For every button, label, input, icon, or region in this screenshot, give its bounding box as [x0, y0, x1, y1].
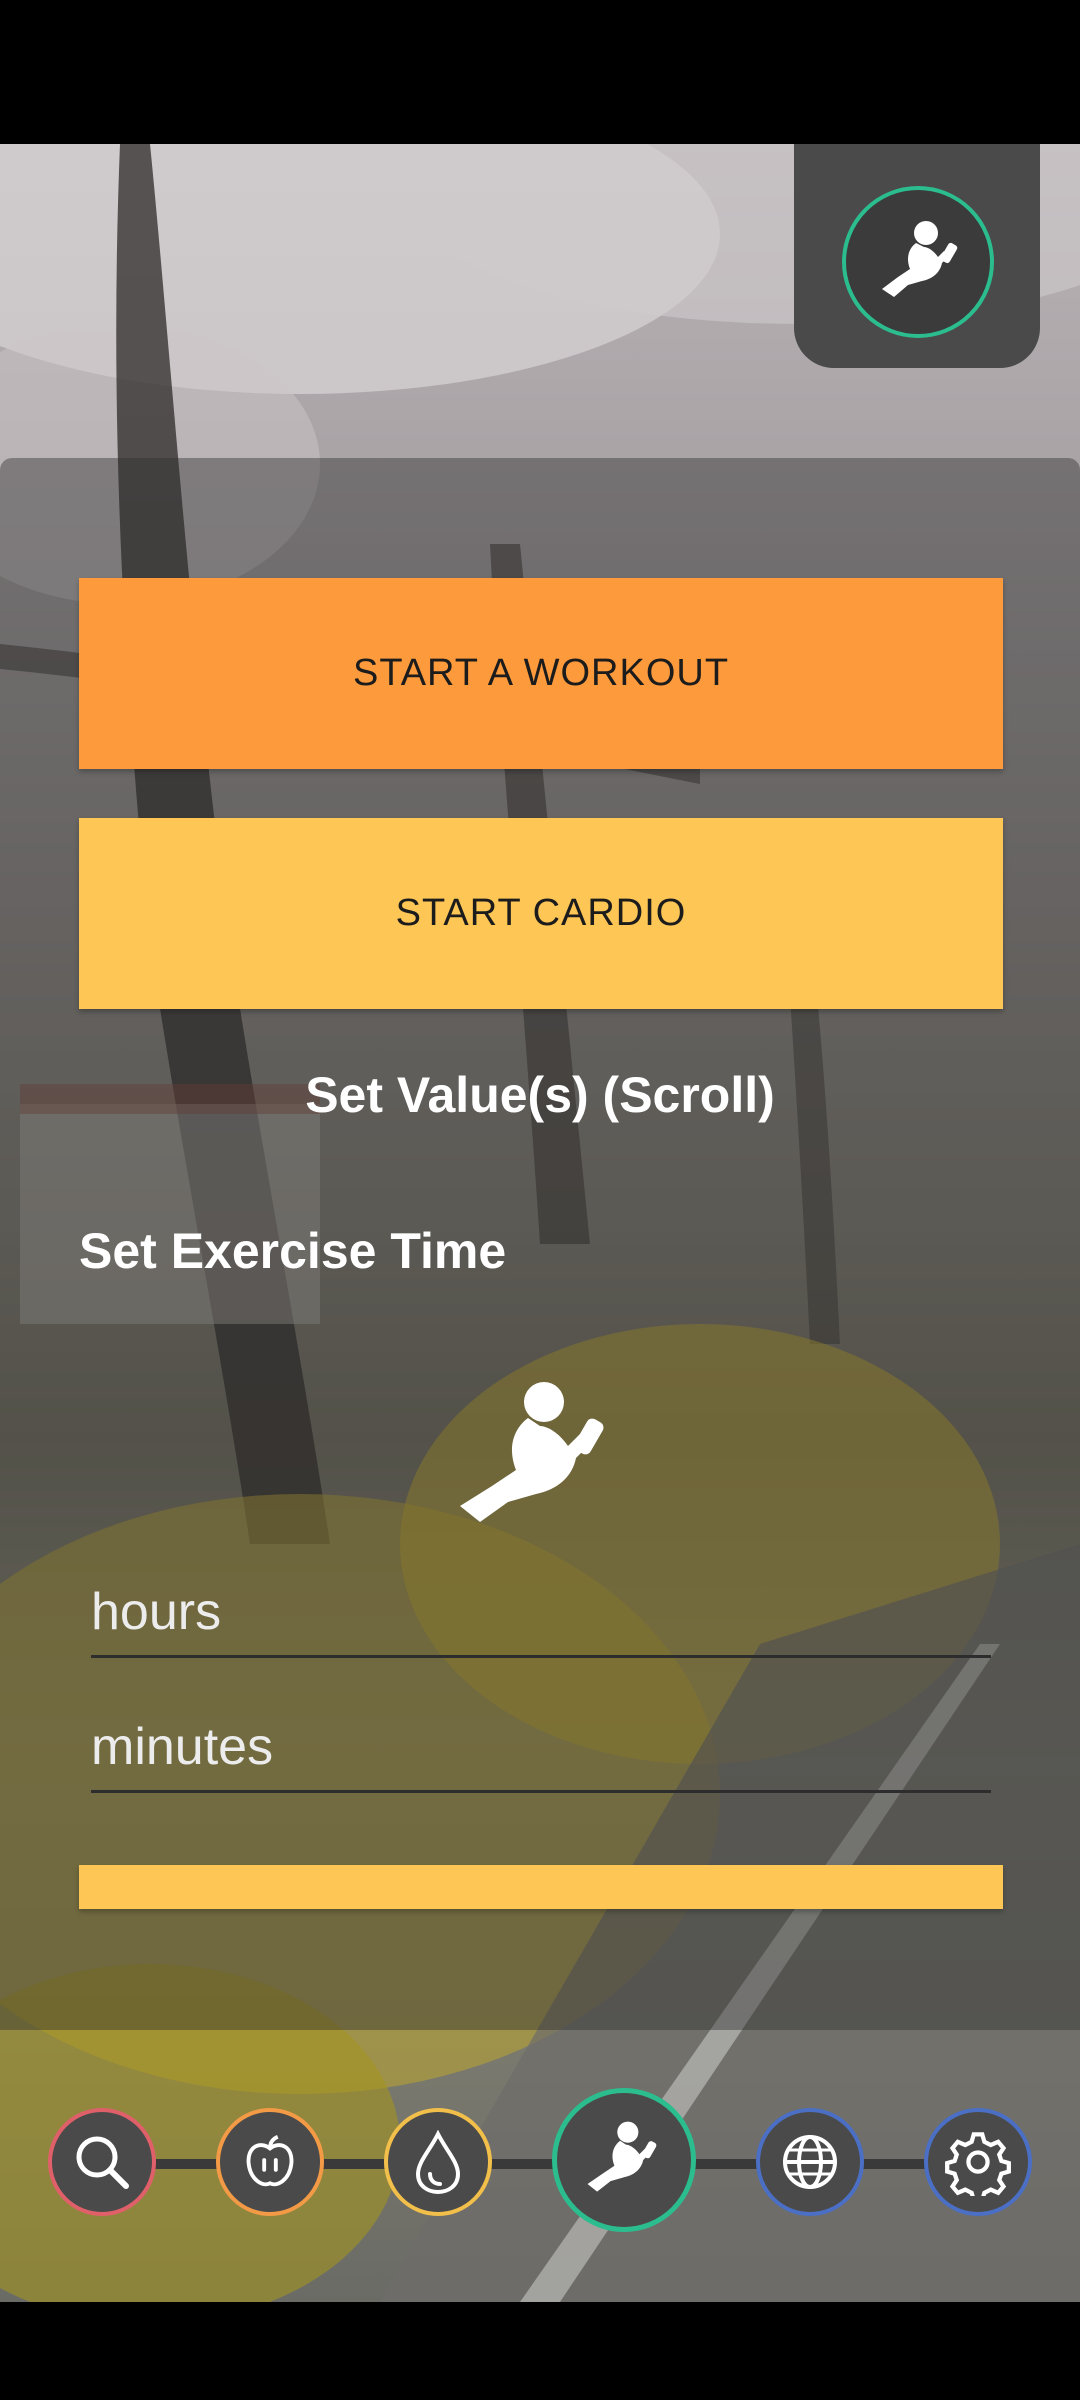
- nav-water-button[interactable]: [384, 2108, 492, 2216]
- status-bar: [0, 0, 1080, 144]
- nav-globe-button[interactable]: [756, 2108, 864, 2216]
- start-workout-button[interactable]: START A WORKOUT: [79, 578, 1003, 769]
- workout-badge-button[interactable]: [842, 186, 994, 338]
- workout-icon: [440, 1378, 640, 1538]
- set-time-button[interactable]: [79, 1865, 1003, 1909]
- hours-input[interactable]: [91, 1568, 991, 1655]
- minutes-field[interactable]: [91, 1703, 991, 1793]
- apple-icon: [246, 2135, 294, 2187]
- workout-icon: [587, 2121, 657, 2192]
- system-navigation-bar: [0, 2302, 1080, 2400]
- globe-icon: [783, 2135, 837, 2189]
- gear-icon: [945, 2132, 1011, 2196]
- hours-field[interactable]: [91, 1568, 991, 1658]
- nav-search-button[interactable]: [48, 2108, 156, 2216]
- water-drop-icon: [415, 2130, 461, 2194]
- nav-settings-button[interactable]: [924, 2108, 1032, 2216]
- set-exercise-time-label: Set Exercise Time: [79, 1223, 507, 1279]
- set-values-label: Set Value(s) (Scroll): [305, 1067, 775, 1123]
- workout-icon: [882, 221, 958, 297]
- nav-workout-button[interactable]: [552, 2088, 696, 2232]
- nav-nutrition-button[interactable]: [216, 2108, 324, 2216]
- search-icon: [76, 2136, 129, 2189]
- start-cardio-button[interactable]: START CARDIO: [79, 818, 1003, 1009]
- minutes-input[interactable]: [91, 1703, 991, 1790]
